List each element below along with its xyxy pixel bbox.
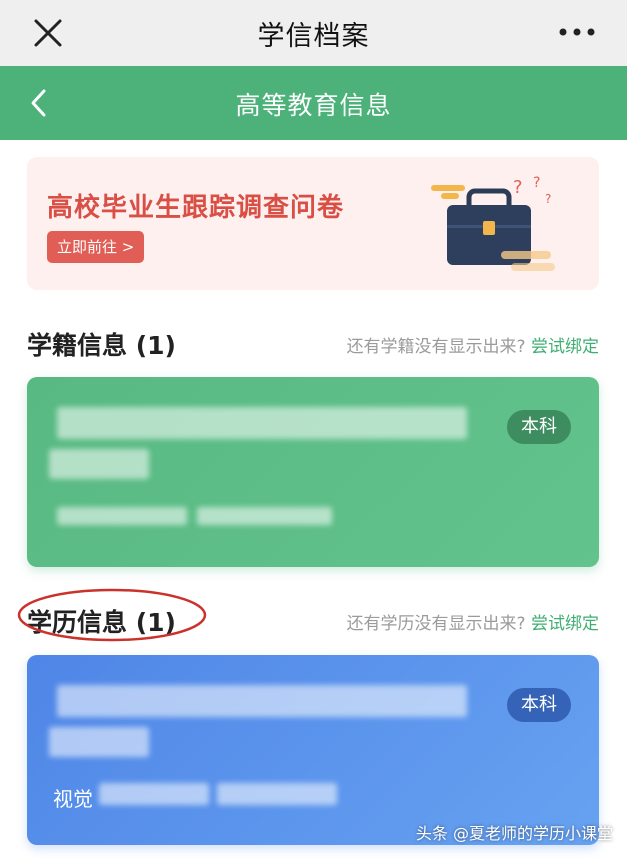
- highlight-oval-annotation: [17, 588, 207, 642]
- enrollment-hint-text: 还有学籍没有显示出来?: [346, 337, 526, 357]
- page-title: 高等教育信息: [235, 91, 392, 120]
- banner-headline: 高校毕业生跟踪调查问卷: [47, 193, 345, 223]
- major-prefix-text: 视觉: [53, 787, 93, 811]
- go-now-button[interactable]: 立即前往 >: [47, 231, 145, 263]
- redacted-school-name: [57, 407, 467, 439]
- enrollment-section-title: 学籍信息 (1): [27, 331, 176, 360]
- enrollment-bind-link[interactable]: 尝试绑定: [531, 337, 599, 357]
- redacted-details: [99, 783, 209, 805]
- redacted-details: [57, 507, 187, 525]
- svg-text:?: ?: [513, 177, 523, 198]
- app-titlebar: 学信档案: [0, 0, 627, 66]
- redacted-school-name: [57, 685, 467, 717]
- svg-text:?: ?: [545, 192, 551, 206]
- survey-banner[interactable]: 高校毕业生跟踪调查问卷 立即前往 > ? ? ?: [27, 157, 599, 290]
- briefcase-icon: ? ? ?: [431, 175, 555, 271]
- redacted-major: [49, 727, 149, 757]
- more-options-icon[interactable]: [555, 20, 599, 44]
- app-title: 学信档案: [257, 21, 370, 52]
- enrollment-card[interactable]: 本科: [27, 377, 599, 567]
- degree-level-badge: 本科: [507, 410, 571, 444]
- redacted-details-2: [197, 507, 332, 525]
- redacted-details-2: [217, 783, 337, 805]
- enrollment-hint: 还有学籍没有显示出来? 尝试绑定: [347, 332, 599, 357]
- svg-text:?: ?: [533, 175, 540, 191]
- watermark: 头条 @夏老师的学历小课堂: [415, 824, 613, 843]
- enrollment-section-header: 学籍信息 (1) 还有学籍没有显示出来? 尝试绑定: [27, 322, 599, 362]
- page-navbar: 高等教育信息: [0, 66, 627, 140]
- degree-card[interactable]: 视觉 本科: [27, 655, 599, 845]
- redacted-major: [49, 449, 149, 479]
- degree-level-badge: 本科: [507, 688, 571, 722]
- degree-bind-link[interactable]: 尝试绑定: [531, 614, 599, 634]
- degree-hint: 还有学历没有显示出来? 尝试绑定: [347, 609, 599, 634]
- degree-hint-text: 还有学历没有显示出来?: [346, 614, 526, 634]
